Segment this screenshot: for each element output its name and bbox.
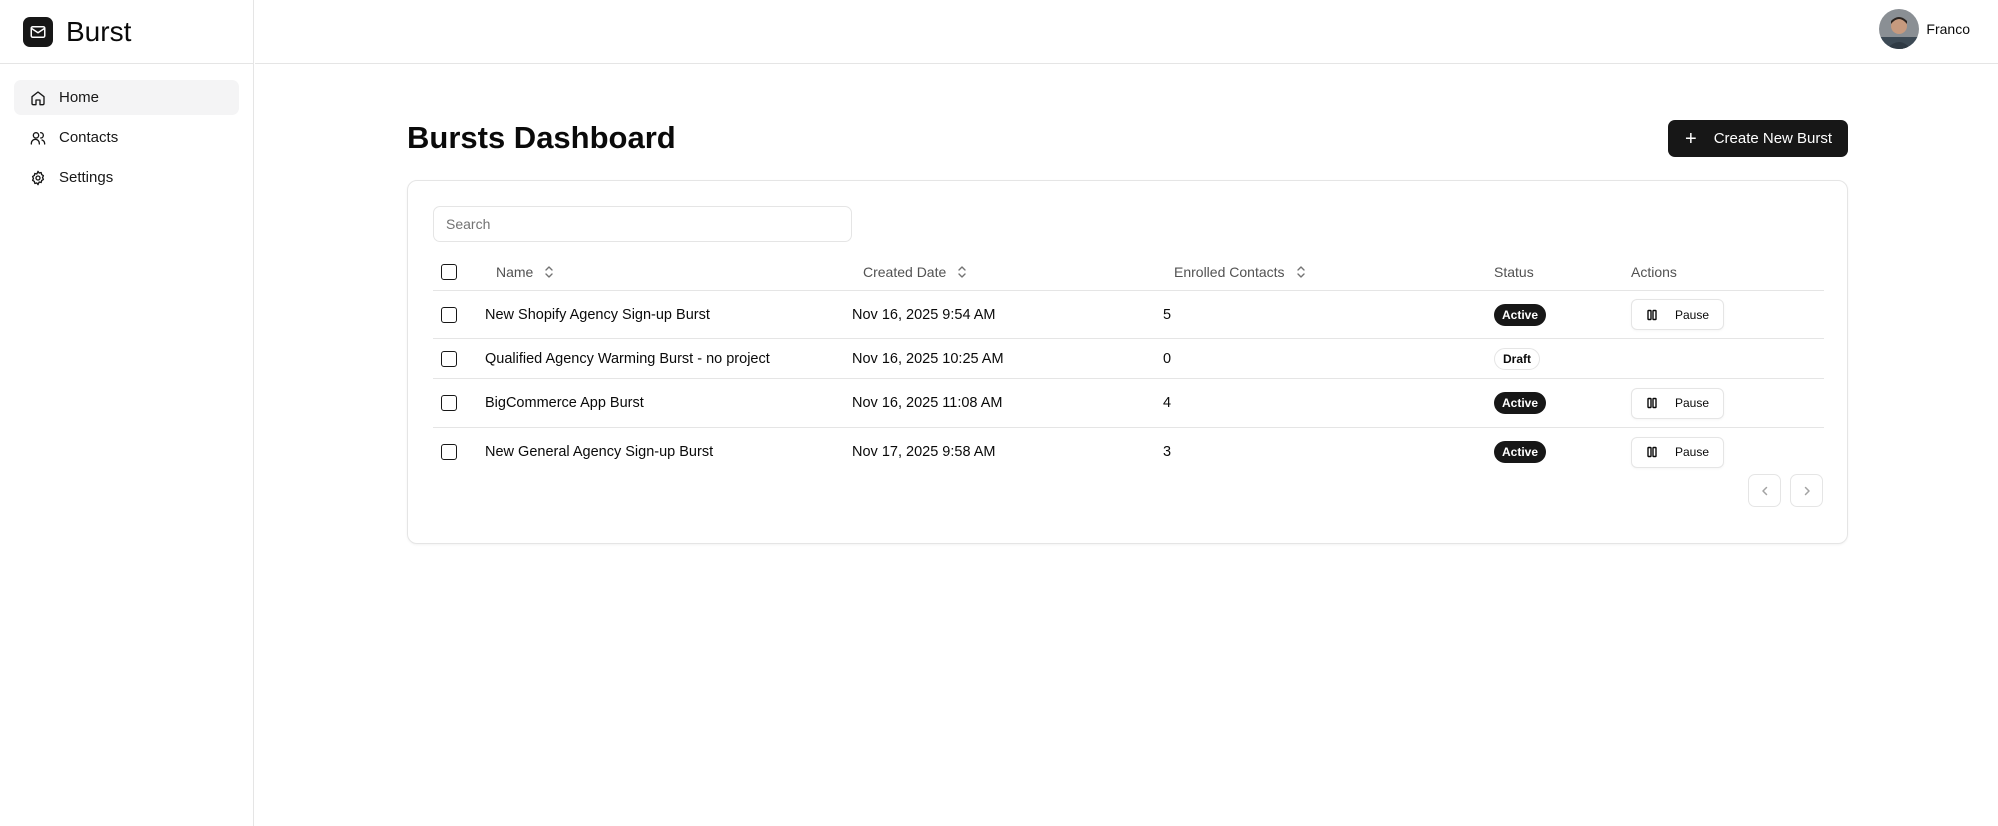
previous-page-button[interactable] bbox=[1748, 474, 1781, 507]
column-label: Enrolled Contacts bbox=[1174, 264, 1285, 280]
column-label: Status bbox=[1494, 264, 1534, 280]
sidebar-item-home[interactable]: Home bbox=[14, 80, 239, 115]
table-header: Name Created Date Enrolled Contacts Stat… bbox=[433, 253, 1824, 291]
pause-button[interactable]: Pause bbox=[1631, 299, 1724, 330]
pause-icon bbox=[1647, 397, 1657, 409]
create-button-label: Create New Burst bbox=[1713, 130, 1833, 147]
mail-logo-icon bbox=[23, 16, 53, 47]
pause-icon bbox=[1647, 309, 1657, 320]
sort-icon bbox=[1296, 266, 1305, 278]
select-all-checkbox[interactable] bbox=[441, 264, 457, 280]
burst-name[interactable]: New Shopify Agency Sign-up Burst bbox=[485, 291, 710, 338]
row-checkbox[interactable] bbox=[441, 307, 457, 323]
status-badge: Active bbox=[1494, 303, 1547, 326]
brand: Burst bbox=[0, 0, 253, 64]
enrolled-count: 5 bbox=[1163, 306, 1172, 323]
bursts-table-card: Name Created Date Enrolled Contacts Stat… bbox=[407, 180, 1848, 544]
home-icon bbox=[31, 90, 45, 105]
row-checkbox[interactable] bbox=[441, 444, 457, 460]
top-bar: Franco bbox=[255, 0, 1998, 64]
row-checkbox[interactable] bbox=[441, 395, 457, 411]
column-header-enrolled-contacts[interactable]: Enrolled Contacts bbox=[1174, 253, 1307, 291]
created-date: Nov 17, 2025 9:58 AM bbox=[852, 444, 996, 460]
chevron-right-icon bbox=[1804, 486, 1810, 495]
user-menu[interactable]: Franco bbox=[1879, 9, 1970, 49]
sidebar-item-settings[interactable]: Settings bbox=[14, 160, 239, 195]
enrolled-count: 3 bbox=[1163, 444, 1172, 460]
pause-button[interactable]: Pause bbox=[1631, 436, 1724, 468]
burst-name[interactable]: New General Agency Sign-up Burst bbox=[485, 428, 713, 476]
status-badge: Active bbox=[1494, 392, 1547, 414]
status-badge: Active bbox=[1494, 441, 1547, 463]
pause-label: Pause bbox=[1675, 445, 1710, 459]
table-row[interactable]: Qualified Agency Warming Burst - no proj… bbox=[433, 339, 1824, 379]
column-label: Name bbox=[496, 264, 534, 280]
sidebar-item-label: Settings bbox=[59, 169, 114, 186]
sidebar-item-contacts[interactable]: Contacts bbox=[14, 120, 239, 155]
created-date: Nov 16, 2025 9:54 AM bbox=[852, 306, 996, 323]
search-input[interactable] bbox=[433, 206, 852, 242]
burst-name[interactable]: BigCommerce App Burst bbox=[485, 379, 644, 427]
enrolled-count: 4 bbox=[1163, 395, 1172, 411]
column-header-actions: Actions bbox=[1631, 253, 1677, 291]
table-row[interactable]: BigCommerce App Burst Nov 16, 2025 11:08… bbox=[433, 379, 1824, 428]
table-row[interactable]: New Shopify Agency Sign-up Burst Nov 16,… bbox=[433, 291, 1824, 339]
created-date: Nov 16, 2025 11:08 AM bbox=[852, 395, 1003, 411]
sort-icon bbox=[545, 266, 554, 278]
avatar bbox=[1879, 9, 1920, 49]
pause-label: Pause bbox=[1675, 307, 1710, 322]
user-name: Franco bbox=[1926, 21, 1970, 37]
next-page-button[interactable] bbox=[1790, 474, 1823, 507]
pause-button[interactable]: Pause bbox=[1631, 387, 1724, 419]
sidebar: Burst Home Contacts Settings bbox=[0, 0, 254, 826]
column-header-name[interactable]: Name bbox=[496, 253, 555, 291]
column-header-created-date[interactable]: Created Date bbox=[863, 253, 968, 291]
plus-icon: + bbox=[1685, 127, 1697, 150]
chevron-left-icon bbox=[1761, 486, 1767, 495]
enrolled-count: 0 bbox=[1163, 350, 1172, 367]
row-checkbox[interactable] bbox=[441, 351, 457, 367]
sort-icon bbox=[958, 266, 966, 278]
create-new-burst-button[interactable]: + Create New Burst bbox=[1668, 120, 1848, 157]
column-label: Created Date bbox=[863, 264, 947, 280]
column-header-status: Status bbox=[1494, 253, 1534, 291]
app-name: Burst bbox=[66, 15, 132, 47]
pause-label: Pause bbox=[1675, 396, 1710, 410]
page-title: Bursts Dashboard bbox=[407, 120, 676, 155]
status-badge: Draft bbox=[1494, 347, 1541, 370]
sidebar-nav: Home Contacts Settings bbox=[0, 64, 253, 216]
gear-icon bbox=[31, 170, 45, 185]
burst-name[interactable]: Qualified Agency Warming Burst - no proj… bbox=[485, 339, 770, 378]
table-row[interactable]: New General Agency Sign-up Burst Nov 17,… bbox=[433, 428, 1824, 476]
pause-icon bbox=[1647, 446, 1657, 458]
column-label: Actions bbox=[1631, 264, 1677, 280]
created-date: Nov 16, 2025 10:25 AM bbox=[852, 350, 1004, 367]
sidebar-item-label: Home bbox=[59, 89, 100, 106]
sidebar-item-label: Contacts bbox=[59, 129, 119, 146]
users-icon bbox=[30, 131, 46, 145]
